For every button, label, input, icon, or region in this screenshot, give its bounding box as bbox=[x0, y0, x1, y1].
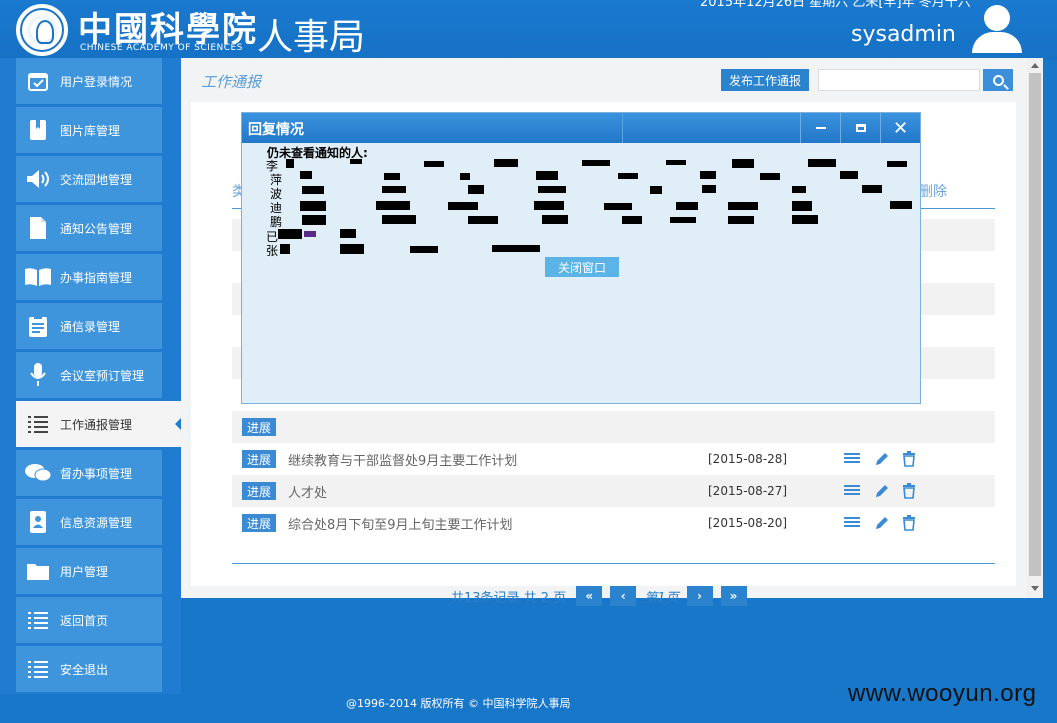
username-label: sysadmin bbox=[851, 22, 956, 47]
speaker-icon bbox=[16, 156, 60, 202]
org-name-en: CHINESE ACADEMY OF SCIENCES bbox=[80, 43, 243, 53]
dialog-title: 回复情况 bbox=[248, 122, 304, 138]
sidebar-item-user-management[interactable]: 用户管理 bbox=[16, 548, 162, 594]
folder-icon bbox=[16, 548, 60, 594]
report-title-link[interactable]: 综合处8月下旬至9月上旬主要工作计划 bbox=[288, 514, 513, 533]
sidebar-item-label: 返回首页 bbox=[60, 613, 109, 628]
report-date: [2015-08-20] bbox=[708, 516, 788, 530]
sidebar-item-notices[interactable]: 通知公告管理 bbox=[16, 205, 162, 251]
minimize-icon[interactable] bbox=[800, 113, 840, 143]
sidebar-item-label: 通知公告管理 bbox=[60, 221, 133, 236]
report-date: [2015-08-28] bbox=[708, 452, 788, 466]
progress-tag[interactable]: 进展 bbox=[242, 450, 276, 468]
sidebar-item-label: 图片库管理 bbox=[60, 123, 121, 138]
calendar-check-icon bbox=[16, 58, 60, 104]
edit-pencil-icon[interactable] bbox=[874, 451, 890, 467]
progress-tag[interactable]: 进展 bbox=[242, 418, 276, 436]
list-icon bbox=[16, 401, 60, 447]
detail-menu-icon[interactable] bbox=[844, 515, 860, 531]
list-icon bbox=[16, 646, 60, 692]
reply-status-dialog: 回复情况 ✕ 仍未查看通知的人: 李 萍 波 迪 鹏 已 张 关闭窗口 bbox=[241, 112, 921, 404]
copyright-text: @1996-2014 版权所有 © 中国科学院人事局 bbox=[346, 697, 571, 710]
sidebar-item-address-book[interactable]: 通信录管理 bbox=[16, 303, 162, 349]
avatar-icon[interactable] bbox=[967, 5, 1027, 53]
open-book-icon bbox=[16, 254, 60, 300]
first-page-button[interactable]: « bbox=[576, 586, 603, 606]
sidebar-item-login-status[interactable]: 用户登录情况 bbox=[16, 58, 162, 104]
address-book-icon bbox=[16, 499, 60, 545]
sidebar-item-label: 工作通报管理 bbox=[60, 417, 133, 432]
chat-icon bbox=[16, 450, 60, 496]
sidebar-item-meeting-room[interactable]: 会议室预订管理 bbox=[16, 352, 162, 398]
sidebar-item-label: 督办事项管理 bbox=[60, 466, 133, 481]
sidebar-item-label: 办事指南管理 bbox=[60, 270, 133, 285]
document-icon bbox=[16, 205, 60, 251]
sidebar-item-label: 用户管理 bbox=[60, 564, 109, 579]
date-display: 2015年12月26日 星期六 乙未[羊]年 冬月十六 bbox=[700, 0, 971, 10]
trash-icon[interactable] bbox=[902, 451, 918, 467]
scrollbar-thumb[interactable] bbox=[1029, 73, 1041, 576]
sidebar-item-label: 会议室预订管理 bbox=[60, 368, 145, 383]
sidebar-item-info-resources[interactable]: 信息资源管理 bbox=[16, 499, 162, 545]
last-page-button[interactable]: » bbox=[720, 586, 747, 606]
table-row[interactable]: 进展 继续教育与干部监督处9月主要工作计划 [2015-08-28] bbox=[232, 443, 995, 475]
department-title: 人事局 bbox=[257, 17, 366, 58]
trash-icon[interactable] bbox=[902, 515, 918, 531]
column-header-delete: 删除 bbox=[919, 184, 947, 200]
cas-logo-icon bbox=[16, 4, 68, 56]
maximize-icon[interactable] bbox=[840, 113, 880, 143]
pagination-summary: 共13条记录 共 2 页 bbox=[451, 590, 567, 606]
list-icon bbox=[16, 597, 60, 643]
progress-tag[interactable]: 进展 bbox=[242, 482, 276, 500]
sidebar-item-label: 信息资源管理 bbox=[60, 515, 133, 530]
search-input[interactable] bbox=[818, 69, 980, 91]
next-page-button[interactable]: › bbox=[686, 586, 713, 606]
search-icon bbox=[992, 74, 1004, 86]
dialog-title-bar[interactable]: 回复情况 ✕ bbox=[242, 113, 920, 143]
sidebar-item-exchange-forum[interactable]: 交流园地管理 bbox=[16, 156, 162, 202]
sidebar-item-image-library[interactable]: 图片库管理 bbox=[16, 107, 162, 153]
publish-report-button[interactable]: 发布工作通报 bbox=[721, 69, 809, 91]
report-title-link[interactable]: 继续教育与干部监督处9月主要工作计划 bbox=[288, 450, 517, 469]
edit-pencil-icon[interactable] bbox=[874, 515, 890, 531]
sidebar-item-guide[interactable]: 办事指南管理 bbox=[16, 254, 162, 300]
clipboard-icon bbox=[16, 303, 60, 349]
app-header: 中國科學院 CHINESE ACADEMY OF SCIENCES 人事局 20… bbox=[0, 0, 1057, 60]
page-title: 工作通报 bbox=[201, 73, 262, 91]
sidebar-item-label: 通信录管理 bbox=[60, 319, 121, 334]
detail-menu-icon[interactable] bbox=[844, 451, 860, 467]
progress-tag[interactable]: 进展 bbox=[242, 514, 276, 532]
microphone-icon bbox=[16, 352, 60, 398]
detail-menu-icon[interactable] bbox=[844, 483, 860, 499]
close-window-button[interactable]: 关闭窗口 bbox=[545, 257, 619, 277]
sidebar-item-logout[interactable]: 安全退出 bbox=[16, 646, 162, 692]
table-row[interactable]: 进展 综合处8月下旬至9月上旬主要工作计划 [2015-08-20] bbox=[232, 507, 995, 539]
table-row[interactable]: 进展 人才处 [2015-08-27] bbox=[232, 475, 995, 507]
sidebar-item-home[interactable]: 返回首页 bbox=[16, 597, 162, 643]
bookmark-icon bbox=[16, 107, 60, 153]
watermark-text: www.wooyun.org bbox=[848, 680, 1037, 707]
table-footer-divider bbox=[232, 563, 995, 564]
scroll-down-arrow-icon[interactable] bbox=[1031, 586, 1039, 591]
prev-page-button[interactable]: ‹ bbox=[610, 586, 637, 606]
sidebar-item-label: 安全退出 bbox=[60, 662, 109, 677]
close-icon[interactable]: ✕ bbox=[880, 113, 920, 143]
sidebar-item-label: 交流园地管理 bbox=[60, 172, 133, 187]
report-title-link[interactable]: 人才处 bbox=[288, 482, 327, 501]
table-row[interactable]: 进展 bbox=[232, 411, 995, 443]
sidebar-item-work-report[interactable]: 工作通报管理 bbox=[16, 401, 183, 447]
current-page-label: 第1页 bbox=[644, 590, 679, 606]
read-name-prefix: 张 bbox=[266, 244, 279, 258]
edit-pencil-icon[interactable] bbox=[874, 483, 890, 499]
report-date: [2015-08-27] bbox=[708, 484, 788, 498]
sidebar-item-label: 用户登录情况 bbox=[60, 74, 133, 89]
sidebar-item-supervision[interactable]: 督办事项管理 bbox=[16, 450, 162, 496]
trash-icon[interactable] bbox=[902, 483, 918, 499]
search-button[interactable] bbox=[983, 69, 1013, 91]
scroll-up-arrow-icon[interactable] bbox=[1031, 63, 1039, 68]
pagination: 共13条记录 共 2 页 « ‹ 第1页 › » bbox=[451, 586, 751, 606]
